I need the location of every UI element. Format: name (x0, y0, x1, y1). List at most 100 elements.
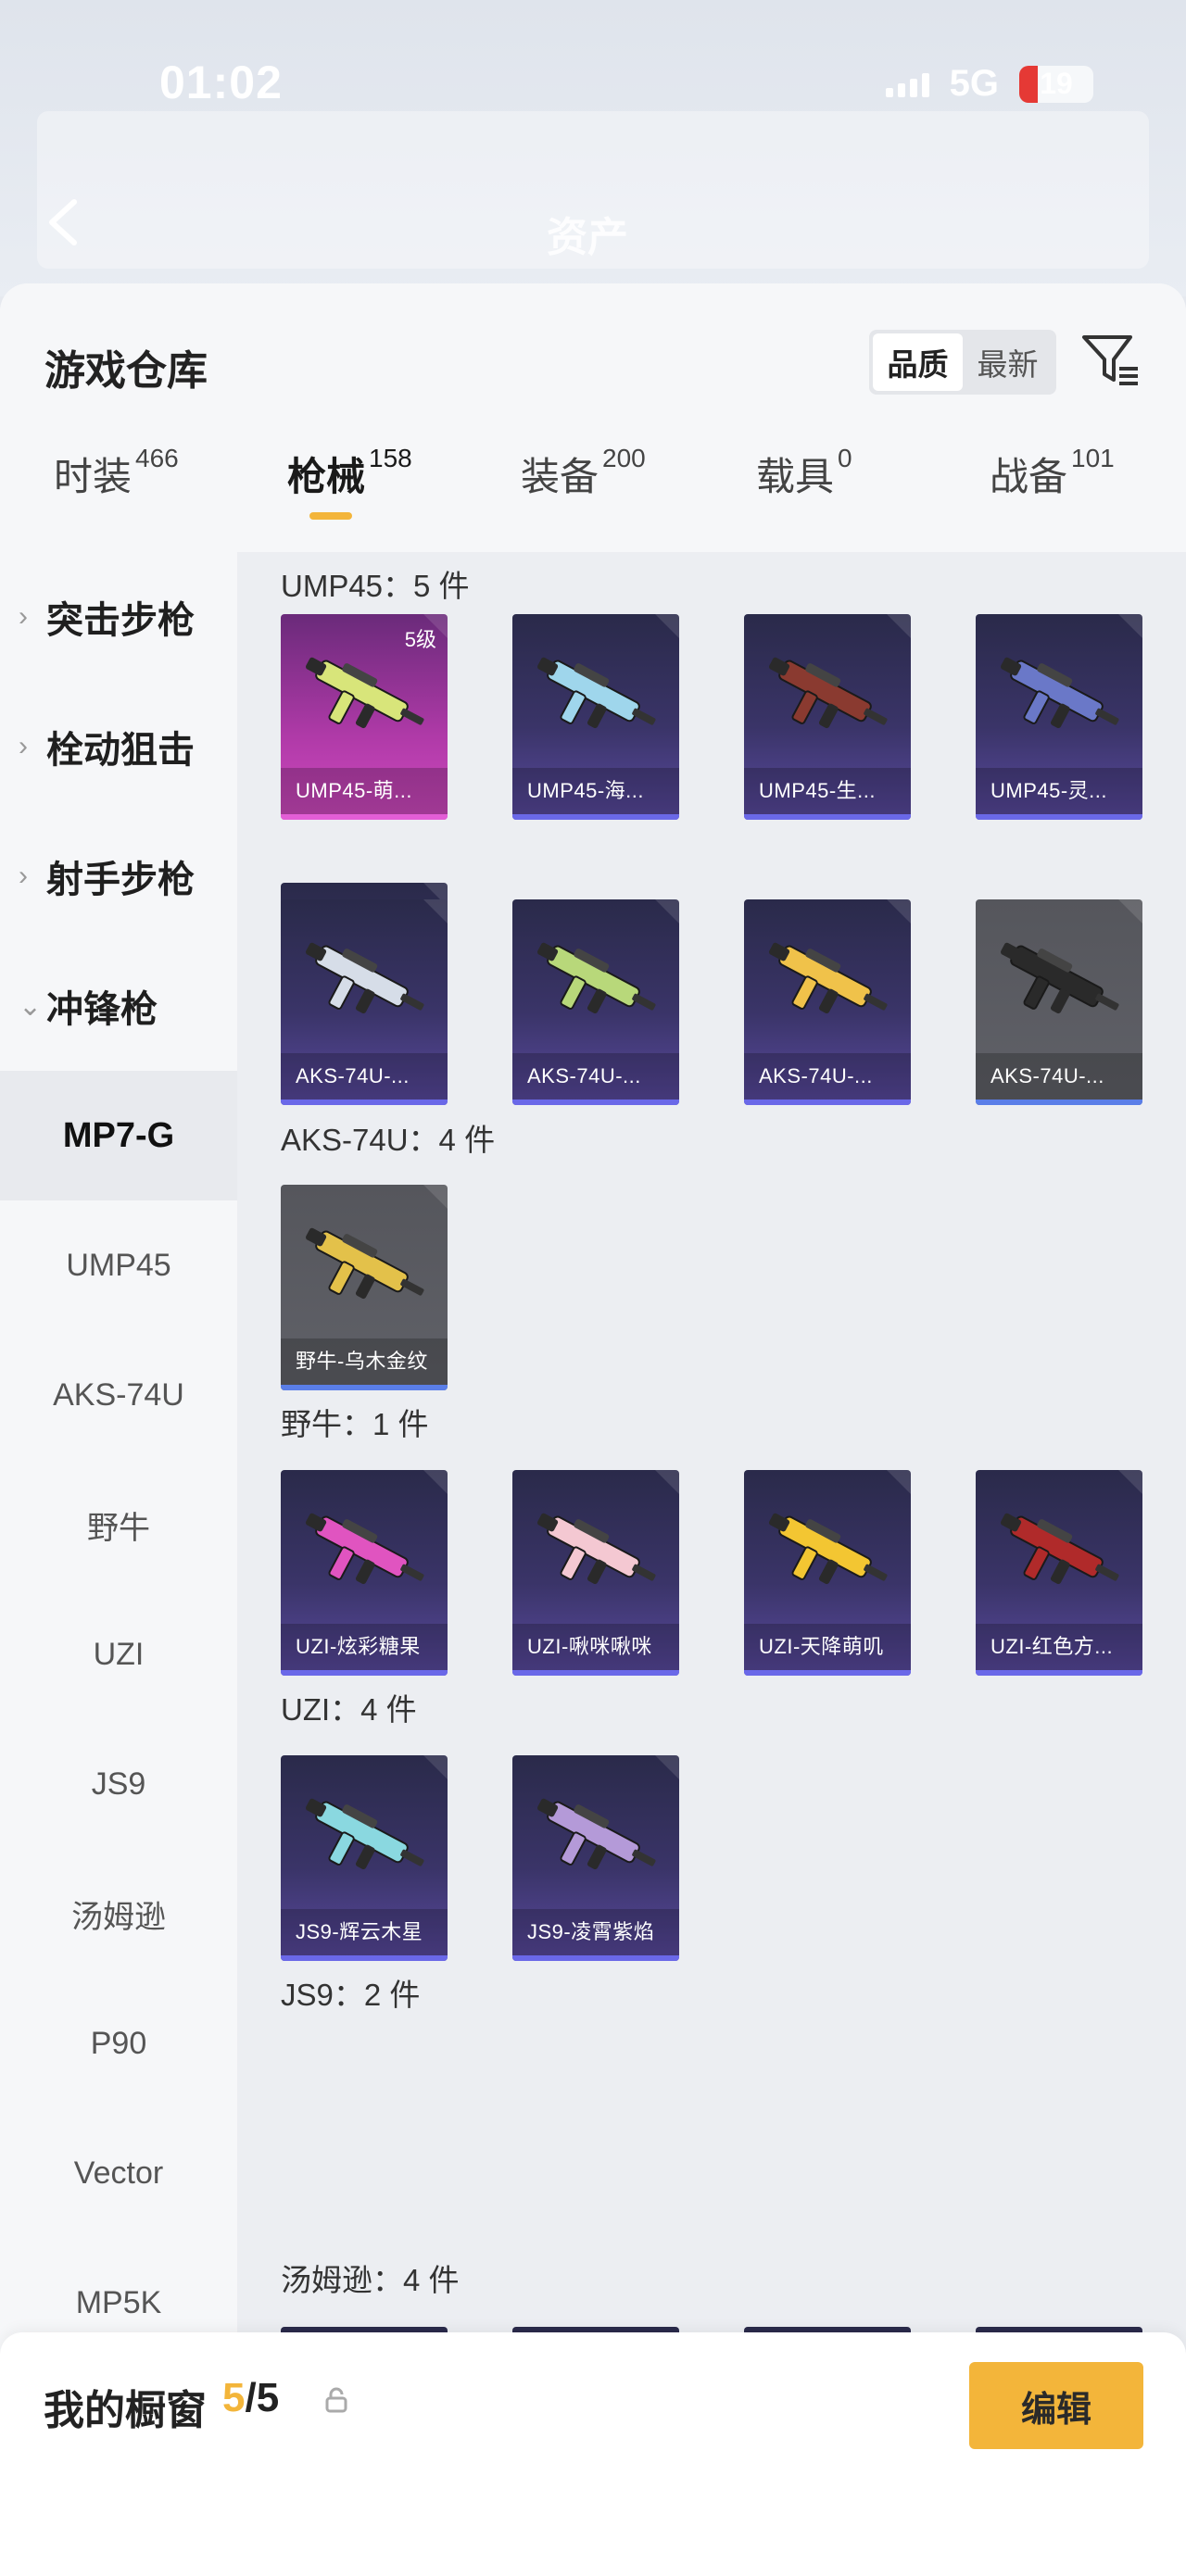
weapon-name: UMP45-灵... (976, 768, 1142, 814)
weapon-card[interactable]: 5级 UMP45-萌... (281, 614, 448, 820)
sidebar-item-p90[interactable]: P90 (0, 1979, 237, 2108)
weapon-card[interactable]: AKS-74U-... (512, 899, 679, 1105)
weapon-card[interactable]: AKS-74U-... (281, 899, 448, 1105)
tab-label: 载具 (756, 455, 835, 498)
card-corner (655, 1755, 679, 1779)
sidebar-category-marksman-rifle[interactable]: › 射手步枪 (0, 811, 237, 941)
weapon-grid: UMP45：5 件 AKS-74U：4 件 野牛：1 件 UZI：4 件 JS9… (237, 552, 1186, 2576)
showcase-total: 5 (256, 2375, 280, 2420)
sidebar-item-uzi[interactable]: UZI (0, 1590, 237, 1719)
rarity-bar (281, 1670, 448, 1676)
item-level: 5级 (404, 628, 436, 651)
tab-count: 101 (1071, 444, 1115, 472)
section-title: AKS-74U：4 件 (281, 1123, 496, 1157)
sidebar-item-ump45[interactable]: UMP45 (0, 1200, 237, 1330)
rarity-bar (744, 814, 911, 820)
sidebar-item-js9[interactable]: JS9 (0, 1719, 237, 1849)
rarity-bar (512, 1100, 679, 1105)
weapon-icon (1001, 1513, 1119, 1585)
sidebar-item-vector[interactable]: Vector (0, 2108, 237, 2238)
tab-fashion[interactable]: 时装 466 (54, 444, 179, 552)
section-title: 野牛：1 件 (281, 1407, 429, 1441)
weapon-name: UZI-啾咪啾咪 (512, 1624, 679, 1670)
back-button[interactable] (41, 195, 87, 250)
sort-option-quality[interactable]: 品质 (873, 333, 963, 391)
weapon-card[interactable]: UZI-炫彩糖果 (281, 1470, 448, 1676)
lock-icon (325, 2387, 347, 2413)
tab-equipment[interactable]: 装备 200 (521, 444, 646, 552)
weapon-name: UMP45-生... (744, 768, 911, 814)
sidebar-category-assault-rifle[interactable]: › 突击步枪 (0, 552, 237, 682)
weapon-name: JS9-辉云木星 (281, 1909, 448, 1955)
tab-label: 枪械 (287, 455, 366, 498)
weapon-name: JS9-凌霄紫焰 (512, 1909, 679, 1955)
section-title: 汤姆逊：4 件 (281, 2263, 460, 2297)
weapon-icon (1001, 657, 1119, 729)
sort-toggle: 品质 最新 (869, 330, 1056, 395)
rarity-bar (744, 1670, 911, 1676)
weapon-card[interactable]: UMP45-生... (744, 614, 911, 820)
weapon-icon (769, 1513, 888, 1585)
weapon-name: AKS-74U-... (512, 1053, 679, 1100)
weapon-type-sidebar: › 突击步枪 › 栓动狙击 › 射手步枪 ⌄ 冲锋枪 MP7-G UMP45 A… (0, 552, 237, 2576)
weapon-icon (537, 1513, 656, 1585)
tab-vehicles[interactable]: 载具 0 (756, 444, 852, 552)
battery-icon: 19 (1019, 65, 1093, 103)
section-title: UZI：4 件 (281, 1692, 417, 1727)
chevron-right-icon: › (19, 731, 28, 761)
tab-firearms[interactable]: 枪械 158 (287, 444, 412, 552)
sort-option-latest[interactable]: 最新 (963, 333, 1053, 391)
page-title: 游戏仓库 (44, 348, 208, 394)
sidebar-item-aks74u[interactable]: AKS-74U (0, 1330, 237, 1460)
tab-count: 158 (369, 444, 412, 472)
rarity-bar (281, 1100, 448, 1105)
sidebar-item-mp7g[interactable]: MP7-G (0, 1071, 237, 1200)
card-corner (887, 614, 911, 638)
sidebar-category-bolt-sniper[interactable]: › 栓动狙击 (0, 682, 237, 811)
showcase-current: 5 (222, 2375, 246, 2420)
weapon-card[interactable]: UZI-天降萌叽 (744, 1470, 911, 1676)
status-indicators: 5G 19 (885, 63, 1093, 105)
tab-label: 战备 (990, 455, 1068, 498)
rarity-bar (281, 814, 448, 820)
tab-label: 装备 (521, 455, 599, 498)
weapon-card[interactable]: 野牛-乌木金纹 (281, 1185, 448, 1390)
card-corner (423, 1470, 448, 1494)
card-corner (655, 899, 679, 924)
weapon-card[interactable]: UMP45-灵... (976, 614, 1142, 820)
weapon-card[interactable]: UMP45-海... (512, 614, 679, 820)
status-time: 01:02 (159, 57, 283, 108)
filter-icon (1082, 335, 1138, 385)
edit-button[interactable]: 编辑 (969, 2362, 1143, 2449)
tab-supplies[interactable]: 战备 101 (990, 444, 1115, 552)
weapon-icon (306, 1513, 424, 1585)
weapon-name: UZI-炫彩糖果 (281, 1624, 448, 1670)
category-tabs: 时装 466 枪械 158 装备 200 载具 0 战备 101 (0, 444, 1186, 552)
weapon-card[interactable]: UZI-红色方... (976, 1470, 1142, 1676)
weapon-icon (306, 942, 424, 1014)
weapon-name: 野牛-乌木金纹 (281, 1338, 448, 1385)
weapon-card[interactable]: JS9-凌霄紫焰 (512, 1755, 679, 1961)
weapon-name: AKS-74U-... (281, 1053, 448, 1100)
chevron-right-icon: › (19, 861, 28, 891)
weapon-card[interactable]: AKS-74U-... (976, 899, 1142, 1105)
sidebar-category-smg[interactable]: ⌄ 冲锋枪 (0, 941, 237, 1071)
showcase-bar: 我的橱窗 5/5 编辑 (0, 2332, 1186, 2576)
section-title: UMP45：5 件 (281, 569, 470, 603)
weapon-icon (769, 657, 888, 729)
weapon-card[interactable]: UZI-啾咪啾咪 (512, 1470, 679, 1676)
weapon-card[interactable]: AKS-74U-... (744, 899, 911, 1105)
tab-label: 时装 (54, 455, 132, 498)
chevron-right-icon: › (19, 601, 28, 632)
weapon-icon (306, 657, 424, 729)
weapon-card[interactable]: JS9-辉云木星 (281, 1755, 448, 1961)
weapon-icon (537, 942, 656, 1014)
sidebar-item-thompson[interactable]: 汤姆逊 (0, 1849, 237, 1979)
tab-count: 466 (135, 444, 179, 472)
card-corner (887, 899, 911, 924)
sidebar-item-bizon[interactable]: 野牛 (0, 1460, 237, 1590)
status-header: 01:02 5G 19 资产 (0, 0, 1186, 296)
filter-button[interactable] (1079, 328, 1143, 393)
sidebar-category-label: 突击步枪 (46, 600, 195, 641)
signal-icon (885, 71, 929, 97)
